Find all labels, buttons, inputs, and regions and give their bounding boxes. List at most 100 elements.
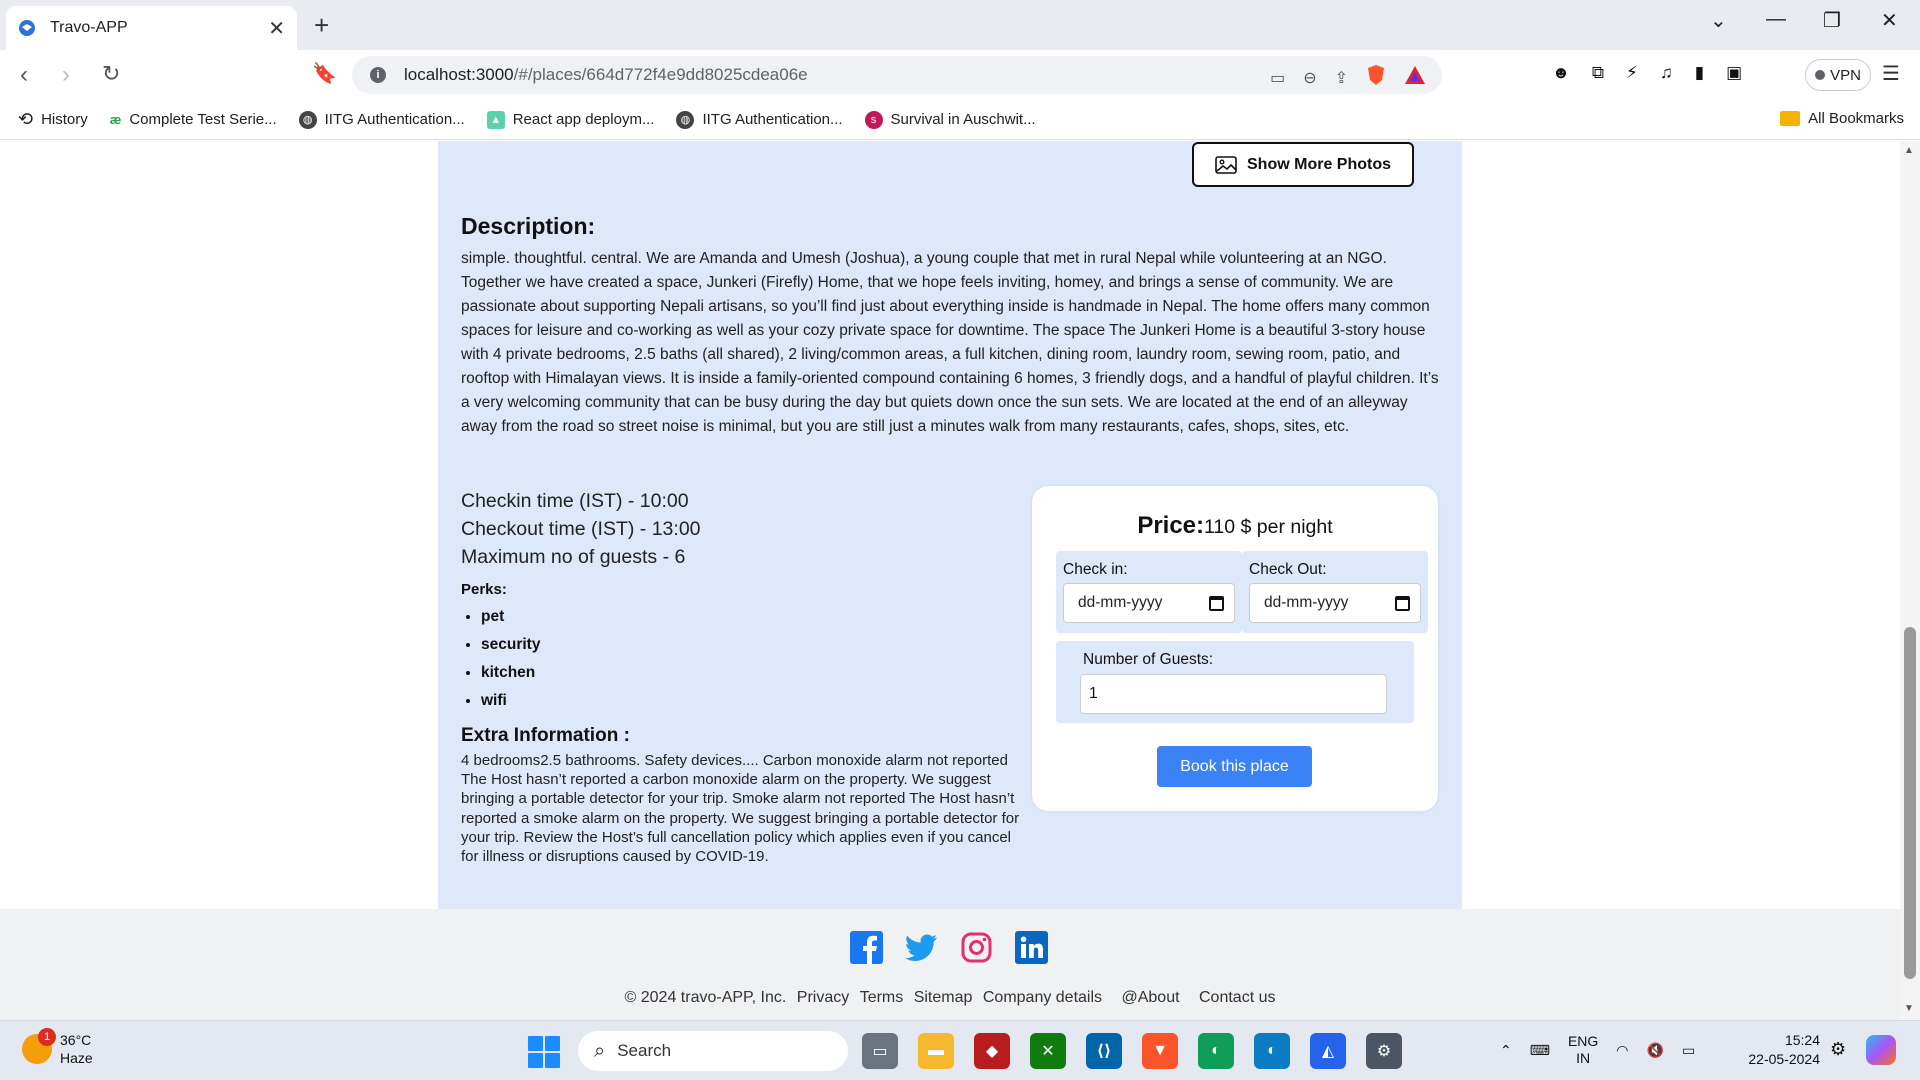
taskbar-search[interactable]: ⌕ Search xyxy=(578,1031,848,1071)
footer-link-about[interactable]: @About xyxy=(1121,989,1179,1006)
zoom-icon[interactable]: ⊖ xyxy=(1303,68,1316,88)
start-button-icon[interactable] xyxy=(528,1036,560,1068)
bookmark-test-series[interactable]: æ Complete Test Serie... xyxy=(110,111,277,128)
keyboard-icon[interactable]: ⌨ xyxy=(1530,1042,1550,1059)
new-tab-icon[interactable]: + xyxy=(314,10,329,41)
close-window-icon[interactable]: ✕ xyxy=(1881,8,1898,33)
file-explorer-icon[interactable]: ▬ xyxy=(918,1033,954,1069)
book-this-place-button[interactable]: Book this place xyxy=(1157,746,1312,787)
vpn-button[interactable]: VPN xyxy=(1805,59,1871,91)
weather-widget[interactable]: 1 36°C Haze xyxy=(22,1028,93,1067)
footer-link-company-details[interactable]: Company details xyxy=(983,989,1102,1006)
brave-shield-icon[interactable] xyxy=(1366,64,1386,91)
extension-avatar-icon[interactable]: ☻ xyxy=(1552,63,1570,83)
wallet-icon[interactable]: ▣ xyxy=(1726,63,1742,83)
gaming-app-icon[interactable]: ◆ xyxy=(974,1033,1010,1069)
list-item: kitchen xyxy=(481,664,540,692)
vpn-status-icon xyxy=(1815,70,1826,80)
guests-input[interactable]: 1 xyxy=(1080,674,1387,714)
active-tab[interactable]: Travo-APP ✕ xyxy=(6,6,297,50)
checkout-placeholder: dd-mm-yyyy xyxy=(1264,594,1349,611)
edge-icon[interactable]: ◐ xyxy=(1254,1033,1290,1069)
xbox-icon[interactable]: ✕ xyxy=(1030,1033,1066,1069)
calendar-icon[interactable] xyxy=(1395,595,1410,611)
booking-widget: Price:110 $ per night Check in: dd-mm-yy… xyxy=(1032,486,1438,811)
close-tab-icon[interactable]: ✕ xyxy=(268,16,285,41)
travo-favicon-icon xyxy=(18,19,36,37)
checkin-box: Check in: dd-mm-yyyy xyxy=(1056,551,1242,633)
list-item: wifi xyxy=(481,692,540,720)
search-label: Search xyxy=(617,1041,672,1060)
extensions-icon[interactable]: ⧉ xyxy=(1592,63,1604,83)
settings-icon[interactable]: ⚙ xyxy=(1366,1033,1402,1069)
volume-muted-icon[interactable]: 🔇 xyxy=(1647,1042,1664,1059)
scrollbar-thumb[interactable] xyxy=(1904,627,1916,979)
all-bookmarks[interactable]: All Bookmarks xyxy=(1780,110,1904,127)
cast-icon[interactable]: ▭ xyxy=(1270,68,1285,88)
checkout-time: Checkout time (IST) - 13:00 xyxy=(461,518,701,540)
bookmark-react-deploy[interactable]: ▲ React app deploym... xyxy=(486,110,654,129)
sidebar-icon[interactable]: ▮ xyxy=(1695,63,1704,83)
bookmark-page-icon[interactable]: 🔖 xyxy=(312,61,337,86)
price-label: Price: xyxy=(1137,512,1205,539)
footer-link-sitemap[interactable]: Sitemap xyxy=(914,989,973,1006)
place-details-panel: Show More Photos Description: simple. th… xyxy=(438,141,1462,909)
back-icon[interactable]: ‹ xyxy=(20,61,28,89)
copilot-icon[interactable] xyxy=(1866,1035,1896,1065)
scroll-up-icon[interactable]: ▲ xyxy=(1904,145,1914,156)
menu-icon[interactable]: ☰ xyxy=(1882,61,1900,86)
bookmark-iitg-2[interactable]: ◍ IITG Authentication... xyxy=(676,110,843,129)
bookmark-history[interactable]: ⟲ History xyxy=(18,109,88,130)
bookmark-iitg-1[interactable]: ◍ IITG Authentication... xyxy=(298,110,465,129)
facebook-icon[interactable] xyxy=(850,931,883,964)
language-indicator[interactable]: ENG IN xyxy=(1568,1033,1598,1067)
temperature: 36°C xyxy=(60,1032,92,1048)
page-scrollbar[interactable]: ▲ ▼ xyxy=(1900,141,1920,1020)
wifi-icon[interactable]: ◠ xyxy=(1616,1042,1628,1059)
show-more-photos-button[interactable]: Show More Photos xyxy=(1192,142,1414,187)
notification-settings-icon[interactable]: ⚙ xyxy=(1830,1039,1846,1060)
battery-icon[interactable]: ▭ xyxy=(1682,1042,1695,1059)
footer-links: © 2024 travo-APP, Inc. Privacy Terms Sit… xyxy=(0,989,1900,1007)
edge-dev-icon[interactable]: ◐ xyxy=(1198,1033,1234,1069)
twitter-icon[interactable] xyxy=(905,931,938,964)
show-hidden-icons-icon[interactable]: ⌃ xyxy=(1500,1042,1512,1059)
photos-app-icon[interactable]: ◭ xyxy=(1310,1033,1346,1069)
site-footer: © 2024 travo-APP, Inc. Privacy Terms Sit… xyxy=(0,909,1900,1020)
share-icon[interactable]: ⇪ xyxy=(1335,68,1348,88)
checkin-date-input[interactable]: dd-mm-yyyy xyxy=(1063,583,1235,623)
clock-date: 22-05-2024 xyxy=(1748,1051,1820,1067)
tab-search-icon[interactable]: ⌄ xyxy=(1710,8,1727,33)
calendar-icon[interactable] xyxy=(1209,595,1224,611)
clock[interactable]: 15:24 22-05-2024 xyxy=(1740,1031,1820,1069)
site-info-icon[interactable]: i xyxy=(370,67,386,83)
leo-icon[interactable]: ⚡ xyxy=(1626,63,1638,83)
social-links xyxy=(850,931,1048,964)
minimize-icon[interactable]: — xyxy=(1766,8,1786,31)
instagram-icon[interactable] xyxy=(960,931,993,964)
list-item: pet xyxy=(481,608,540,636)
reload-icon[interactable]: ↻ xyxy=(102,61,120,87)
linkedin-icon[interactable] xyxy=(1015,931,1048,964)
bookmark-survival[interactable]: s Survival in Auschwit... xyxy=(864,110,1036,129)
forward-icon[interactable]: › xyxy=(62,61,70,89)
bookmark-label: IITG Authentication... xyxy=(324,111,465,128)
footer-link-terms[interactable]: Terms xyxy=(860,989,904,1006)
brave-rewards-icon[interactable] xyxy=(1404,65,1426,90)
copyright: © 2024 travo-APP, Inc. xyxy=(624,989,787,1006)
vpn-label: VPN xyxy=(1830,66,1861,84)
scroll-down-icon[interactable]: ▼ xyxy=(1904,1003,1914,1014)
footer-link-contact[interactable]: Contact us xyxy=(1199,989,1275,1006)
browser-toolbar: ‹ › ↻ 🔖 i localhost:3000 /#/places/664d7… xyxy=(0,50,1920,100)
pinned-apps: ▭ ▬ ◆ ✕ ⟨⟩ ▼ ◐ ◐ ◭ ⚙ xyxy=(862,1033,1402,1069)
globe-icon: ◍ xyxy=(298,110,317,129)
restore-icon[interactable]: ❐ xyxy=(1823,8,1841,33)
brave-browser-icon[interactable]: ▼ xyxy=(1142,1033,1178,1069)
guests-box: Number of Guests: 1 xyxy=(1056,641,1414,723)
address-bar[interactable]: i localhost:3000 /#/places/664d772f4e9dd… xyxy=(352,56,1442,94)
footer-link-privacy[interactable]: Privacy xyxy=(797,989,849,1006)
task-view-icon[interactable]: ▭ xyxy=(862,1033,898,1069)
checkout-date-input[interactable]: dd-mm-yyyy xyxy=(1249,583,1421,623)
media-icon[interactable]: ♫ xyxy=(1660,63,1673,83)
vscode-icon[interactable]: ⟨⟩ xyxy=(1086,1033,1122,1069)
